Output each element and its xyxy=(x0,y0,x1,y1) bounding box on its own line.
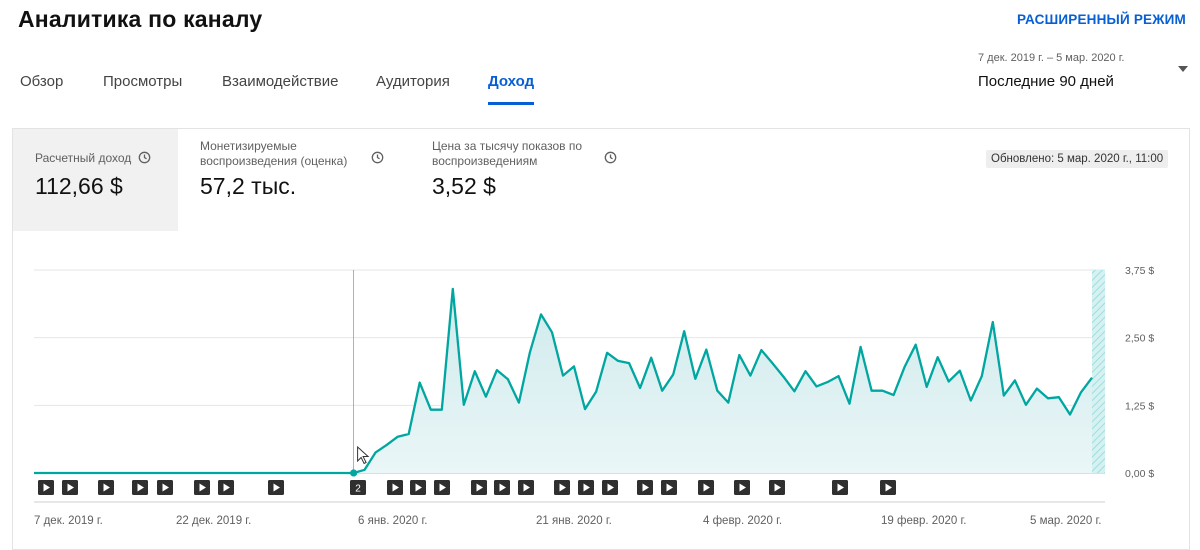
video-marker[interactable] xyxy=(698,480,714,495)
video-marker[interactable] xyxy=(410,480,426,495)
video-marker[interactable] xyxy=(471,480,487,495)
page-title: Аналитика по каналу xyxy=(18,6,263,32)
video-marker[interactable] xyxy=(769,480,785,495)
revenue-card: Расчетный доход 112,66 $ Монетизируемые … xyxy=(12,128,1190,550)
metric-label: Монетизируемые воспроизведения (оценка) xyxy=(200,139,348,168)
metric-label: Расчетный доход xyxy=(35,151,132,165)
metric-value: 3,52 $ xyxy=(432,173,496,199)
updated-badge: Обновлено: 5 мар. 2020 г., 11:00 xyxy=(986,150,1169,168)
video-marker[interactable] xyxy=(734,480,750,495)
video-marker[interactable] xyxy=(38,480,54,495)
period-selector[interactable]: Последние 90 дней xyxy=(978,73,1114,90)
video-marker[interactable] xyxy=(832,480,848,495)
video-marker[interactable] xyxy=(661,480,677,495)
clock-icon[interactable] xyxy=(604,151,617,164)
video-marker[interactable] xyxy=(157,480,173,495)
advanced-mode-link[interactable]: РАСШИРЕННЫЙ РЕЖИМ xyxy=(1017,12,1186,27)
metric-playback-cpm[interactable]: Цена за тысячу показов по воспроизведени… xyxy=(408,129,648,231)
video-marker[interactable] xyxy=(132,480,148,495)
tab-revenue[interactable]: Доход xyxy=(488,73,534,90)
metric-value: 112,66 $ xyxy=(35,173,123,199)
tab-overview[interactable]: Обзор xyxy=(20,73,63,90)
metric-value: 57,2 тыс. xyxy=(200,173,297,199)
tab-engagement[interactable]: Взаимодействие xyxy=(222,73,338,90)
tab-audience[interactable]: Аудитория xyxy=(376,73,450,90)
video-marker[interactable] xyxy=(578,480,594,495)
metric-monetized-playbacks[interactable]: Монетизируемые воспроизведения (оценка) … xyxy=(178,129,408,231)
video-marker[interactable] xyxy=(434,480,450,495)
metric-label: Цена за тысячу показов по воспроизведени… xyxy=(432,139,583,168)
video-marker[interactable] xyxy=(218,480,234,495)
video-marker[interactable] xyxy=(602,480,618,495)
video-marker[interactable] xyxy=(62,480,78,495)
metric-estimated-revenue[interactable]: Расчетный доход 112,66 $ xyxy=(13,129,178,231)
date-range-text: 7 дек. 2019 г. – 5 мар. 2020 г. xyxy=(978,52,1125,64)
video-marker[interactable] xyxy=(880,480,896,495)
video-marker[interactable] xyxy=(637,480,653,495)
video-marker[interactable] xyxy=(518,480,534,495)
video-marker[interactable] xyxy=(554,480,570,495)
video-marker[interactable] xyxy=(350,480,366,495)
video-marker[interactable] xyxy=(494,480,510,495)
clock-icon[interactable] xyxy=(371,151,384,164)
clock-icon[interactable] xyxy=(138,151,151,164)
video-marker[interactable] xyxy=(268,480,284,495)
video-marker[interactable] xyxy=(387,480,403,495)
chevron-down-icon[interactable] xyxy=(1178,66,1188,72)
video-marker[interactable] xyxy=(194,480,210,495)
active-tab-indicator xyxy=(488,102,534,105)
video-marker[interactable] xyxy=(98,480,114,495)
tab-views[interactable]: Просмотры xyxy=(103,73,182,90)
